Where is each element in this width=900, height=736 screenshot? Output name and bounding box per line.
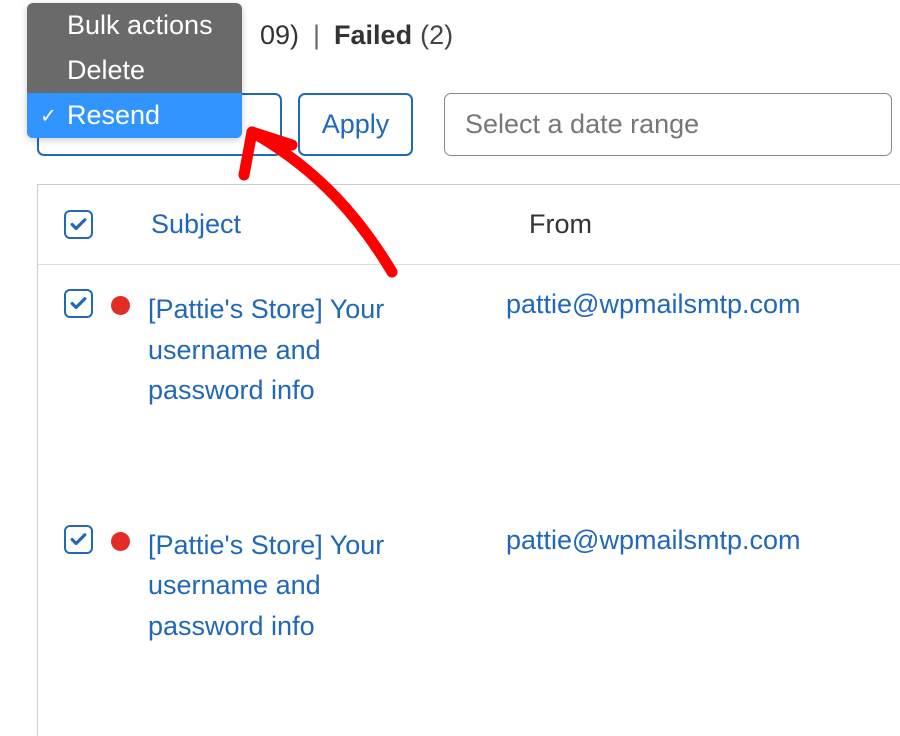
dropdown-item-label: Delete (67, 55, 145, 85)
check-icon (69, 530, 88, 549)
dropdown-item-resend[interactable]: ✓ Resend (27, 93, 242, 138)
table-header: Subject From (38, 185, 900, 265)
apply-button[interactable]: Apply (298, 93, 413, 156)
date-range-placeholder: Select a date range (465, 109, 699, 140)
column-header-from: From (529, 209, 592, 240)
column-header-subject[interactable]: Subject (151, 209, 481, 240)
email-from-link[interactable]: pattie@wpmailsmtp.com (506, 525, 801, 556)
table-row: [Pattie's Store] Your username and passw… (38, 265, 900, 501)
date-range-input[interactable]: Select a date range (444, 93, 892, 156)
status-count-suffix: 09) (260, 20, 299, 51)
select-all-checkbox[interactable] (64, 210, 93, 239)
dropdown-item-label: Bulk actions (67, 10, 213, 40)
status-failed-label[interactable]: Failed (334, 20, 412, 51)
row-checkbox[interactable] (64, 525, 93, 554)
table-row: [Pattie's Store] Your username and passw… (38, 501, 900, 736)
email-subject-link[interactable]: [Pattie's Store] Your username and passw… (148, 289, 428, 411)
email-log-table: Subject From [Pattie's Store] Your usern… (37, 184, 900, 736)
check-icon (69, 215, 88, 234)
check-icon: ✓ (40, 103, 57, 128)
status-bar: 09) | Failed (2) (260, 20, 453, 51)
dropdown-item-delete[interactable]: Delete (27, 48, 242, 93)
row-checkbox[interactable] (64, 289, 93, 318)
status-dot-failed (111, 296, 130, 315)
status-divider: | (313, 20, 320, 51)
email-from-link[interactable]: pattie@wpmailsmtp.com (506, 289, 801, 320)
status-dot-failed (111, 532, 130, 551)
email-subject-link[interactable]: [Pattie's Store] Your username and passw… (148, 525, 428, 647)
bulk-actions-dropdown[interactable]: Bulk actions Delete ✓ Resend (27, 3, 242, 138)
check-icon (69, 294, 88, 313)
dropdown-item-bulk-actions[interactable]: Bulk actions (27, 3, 242, 48)
status-failed-count: (2) (420, 20, 453, 51)
dropdown-item-label: Resend (67, 100, 160, 130)
